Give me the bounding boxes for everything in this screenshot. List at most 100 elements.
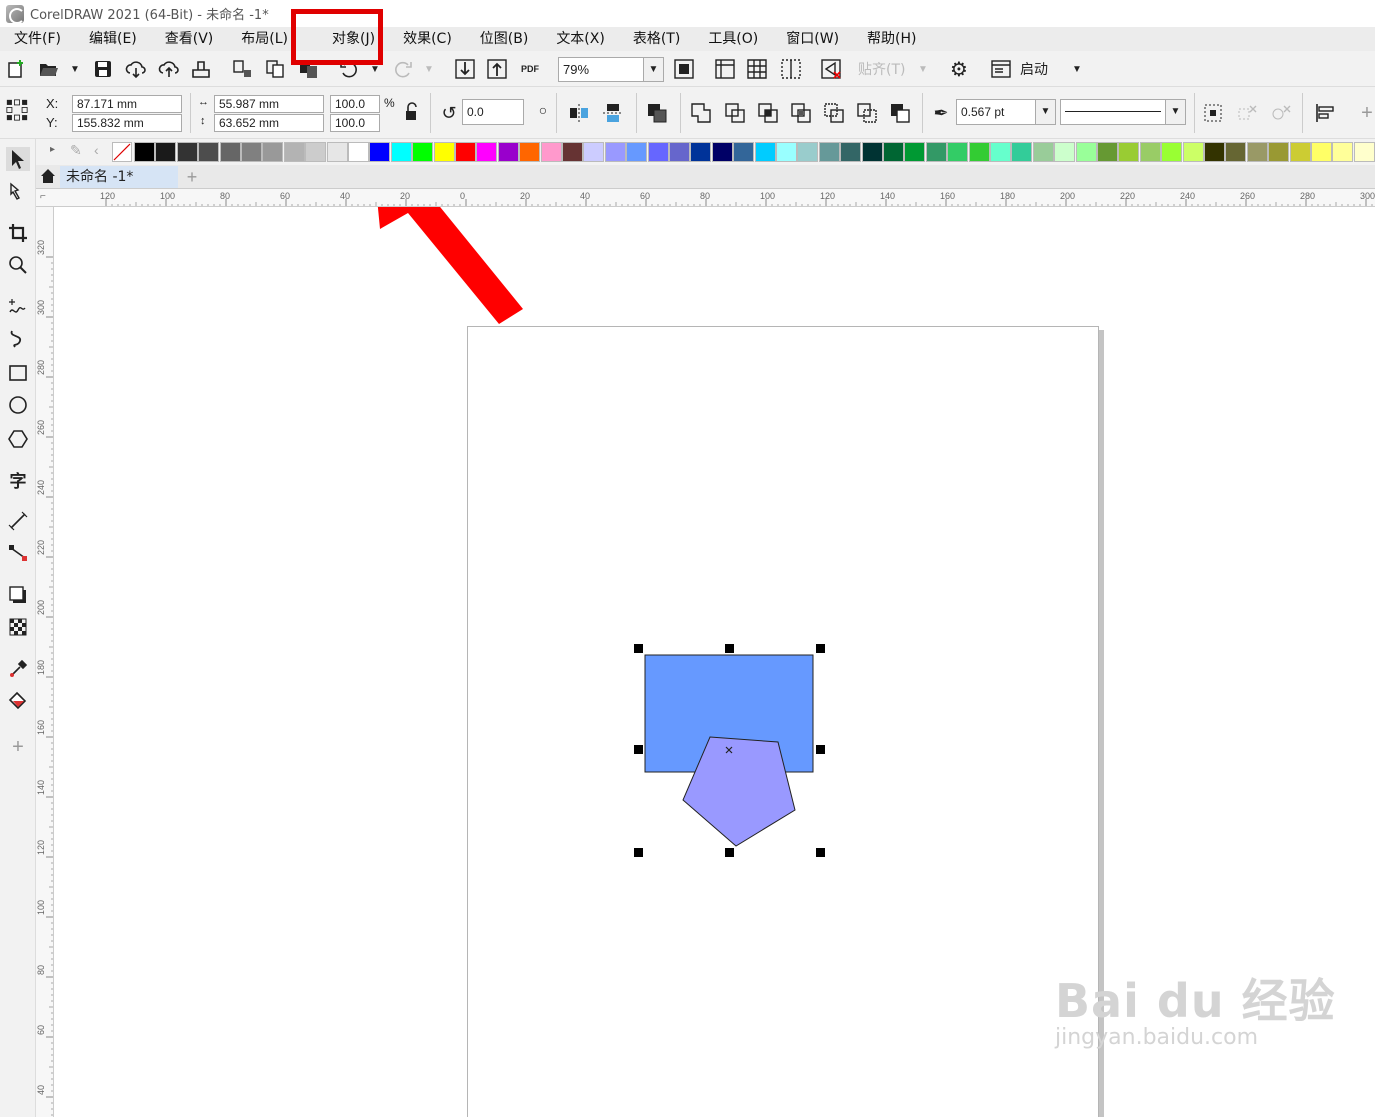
tab-document[interactable]: 未命名 -1*	[60, 166, 178, 188]
redo-dropdown-icon[interactable]: ▼	[418, 58, 440, 80]
color-swatch[interactable]	[412, 142, 434, 162]
color-swatch[interactable]	[1161, 142, 1183, 162]
color-swatch[interactable]	[818, 142, 840, 162]
add-toolbar-icon[interactable]: +	[1356, 102, 1375, 124]
align-distribute-icon[interactable]	[1314, 102, 1336, 124]
rotation-angle-field[interactable]: 0.0	[462, 99, 524, 125]
add-tool-icon[interactable]: +	[6, 735, 30, 759]
intersect-icon[interactable]	[790, 102, 812, 124]
color-swatch[interactable]	[840, 142, 862, 162]
artistic-media-tool-icon[interactable]	[6, 327, 30, 351]
color-swatch[interactable]	[476, 142, 498, 162]
color-swatch[interactable]	[326, 142, 348, 162]
color-swatch[interactable]	[754, 142, 776, 162]
color-swatch[interactable]	[1289, 142, 1311, 162]
options-gear-icon[interactable]: ⚙	[948, 58, 970, 81]
ellipse-tool-icon[interactable]	[6, 393, 30, 417]
color-swatch[interactable]	[583, 142, 605, 162]
handle-middle-left[interactable]	[634, 745, 643, 754]
color-swatch[interactable]	[626, 142, 648, 162]
pick-tool-icon[interactable]	[6, 147, 30, 171]
scale-x-field[interactable]: 100.0	[330, 95, 380, 113]
menu-file[interactable]: 文件(F)	[0, 27, 75, 51]
zoom-tool-icon[interactable]	[6, 253, 30, 277]
export-icon[interactable]	[486, 58, 508, 80]
lock-ratio-icon[interactable]	[400, 101, 422, 123]
snap-off-icon[interactable]	[820, 58, 842, 80]
color-swatch[interactable]	[990, 142, 1011, 162]
cloud-download-icon[interactable]	[125, 58, 147, 80]
polygon-tool-icon[interactable]	[6, 427, 30, 451]
parallel-dimension-tool-icon[interactable]	[6, 509, 30, 533]
snap-to-label[interactable]: 贴齐(T)	[858, 59, 905, 79]
handle-bottom-center[interactable]	[725, 848, 734, 857]
handle-middle-right[interactable]	[816, 745, 825, 754]
menu-edit[interactable]: 编辑(E)	[75, 27, 151, 51]
break-apart-icon[interactable]	[1236, 102, 1258, 124]
color-swatch[interactable]	[925, 142, 947, 162]
color-swatch[interactable]	[262, 142, 284, 162]
color-swatch[interactable]	[883, 142, 904, 162]
chevron-down-icon[interactable]: ▼	[1035, 100, 1055, 124]
add-document-tab-icon[interactable]: +	[182, 166, 202, 188]
color-swatch[interactable]	[562, 142, 583, 162]
color-swatch[interactable]	[733, 142, 755, 162]
launch-label[interactable]: 启动	[1020, 59, 1048, 79]
launch-dropdown-icon[interactable]: ▼	[1066, 58, 1088, 80]
rectangle-tool-icon[interactable]	[6, 361, 30, 385]
palette-scroll-right-icon[interactable]: ▸	[50, 144, 55, 155]
color-swatch[interactable]	[155, 142, 177, 162]
color-swatch[interactable]	[861, 142, 883, 162]
front-minus-back-icon[interactable]	[856, 102, 878, 124]
x-position-field[interactable]: 87.171 mm	[72, 95, 182, 113]
menu-effects[interactable]: 效果(C)	[389, 27, 466, 51]
color-swatch[interactable]	[1097, 142, 1118, 162]
eyedropper-icon[interactable]: ✎	[70, 142, 82, 159]
color-swatch[interactable]	[1139, 142, 1161, 162]
color-swatch[interactable]	[455, 142, 476, 162]
color-swatch[interactable]	[1118, 142, 1140, 162]
color-swatch[interactable]	[348, 142, 369, 162]
color-swatch[interactable]	[540, 142, 562, 162]
launch-app-icon[interactable]	[990, 58, 1012, 80]
color-swatch[interactable]	[1011, 142, 1033, 162]
color-swatch[interactable]	[433, 142, 455, 162]
color-swatch[interactable]	[669, 142, 690, 162]
color-swatch[interactable]	[241, 142, 262, 162]
handle-bottom-right[interactable]	[816, 848, 825, 857]
cloud-upload-icon[interactable]	[158, 58, 180, 80]
mirror-horizontal-icon[interactable]	[568, 102, 590, 124]
color-swatch[interactable]	[1332, 142, 1354, 162]
zoom-level-select[interactable]: 79% ▼	[558, 57, 664, 82]
menu-layout[interactable]: 布局(L)	[227, 27, 302, 51]
text-tool-icon[interactable]: 字	[6, 467, 30, 492]
trim-icon[interactable]	[757, 102, 779, 124]
handle-top-left[interactable]	[634, 644, 643, 653]
freehand-tool-icon[interactable]	[6, 295, 30, 319]
color-swatch[interactable]	[1353, 142, 1375, 162]
color-swatch[interactable]	[1246, 142, 1268, 162]
new-document-icon[interactable]	[6, 58, 28, 80]
color-swatch[interactable]	[1225, 142, 1247, 162]
color-swatch[interactable]	[305, 142, 327, 162]
color-swatch[interactable]	[1268, 142, 1290, 162]
combine-icon[interactable]	[690, 102, 712, 124]
color-swatch[interactable]	[1311, 142, 1332, 162]
color-swatch[interactable]	[519, 142, 541, 162]
scale-y-field[interactable]: 100.0	[330, 114, 380, 132]
show-guidelines-icon[interactable]	[780, 58, 802, 80]
handle-top-center[interactable]	[725, 644, 734, 653]
color-swatch[interactable]	[1204, 142, 1225, 162]
chevron-down-icon[interactable]: ▼	[1165, 100, 1185, 124]
menu-view[interactable]: 查看(V)	[151, 27, 228, 51]
color-swatch[interactable]	[369, 142, 391, 162]
shape-tool-icon[interactable]	[6, 179, 30, 203]
save-icon[interactable]	[92, 58, 114, 80]
menu-window[interactable]: 窗口(W)	[772, 27, 853, 51]
copy-icon[interactable]	[265, 58, 287, 80]
ruler-origin-icon[interactable]: ⌐	[40, 191, 46, 202]
simplify-icon[interactable]	[823, 102, 845, 124]
paste-icon[interactable]	[298, 58, 320, 80]
menu-help[interactable]: 帮助(H)	[853, 27, 930, 51]
color-swatch[interactable]	[647, 142, 669, 162]
